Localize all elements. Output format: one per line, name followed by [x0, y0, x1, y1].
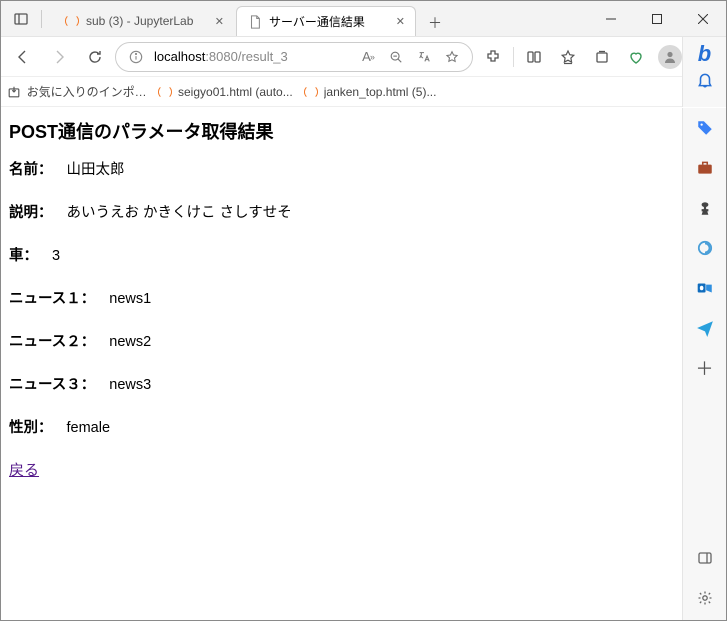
- new-tab-button[interactable]: ＋: [422, 10, 448, 36]
- send-icon[interactable]: [689, 312, 721, 344]
- result-row: 名前： 山田太郎: [9, 158, 674, 179]
- window-maximize-button[interactable]: [634, 3, 680, 35]
- tag-icon[interactable]: [689, 112, 721, 144]
- field-label: ニュース３：: [9, 377, 95, 393]
- zoom-icon[interactable]: [386, 50, 406, 64]
- bookmark-seigyo01[interactable]: seigyo01.html (auto...: [157, 84, 293, 100]
- window-titlebar: sub (3) - JupyterLab ✕ サーバー通信結果 ✕ ＋: [1, 1, 726, 37]
- outlook-icon[interactable]: [689, 272, 721, 304]
- tab-actions-button[interactable]: [9, 3, 33, 35]
- site-info-icon[interactable]: [126, 50, 146, 64]
- reader-mode-icon[interactable]: A»: [358, 49, 378, 64]
- hide-sidebar-button[interactable]: [689, 542, 721, 574]
- settings-icon[interactable]: [689, 582, 721, 614]
- split-screen-button[interactable]: [518, 41, 550, 73]
- jupyter-icon: [157, 84, 173, 100]
- field-value: news3: [109, 377, 151, 393]
- bookmark-label: seigyo01.html (auto...: [178, 85, 293, 99]
- address-bar[interactable]: localhost:8080/result_3 A»: [115, 42, 473, 72]
- result-row: 車： 3: [9, 244, 674, 265]
- field-value: female: [67, 420, 111, 436]
- shopping-button[interactable]: [620, 41, 652, 73]
- back-button[interactable]: [7, 41, 39, 73]
- bookmark-label: お気に入りのインポート: [27, 83, 147, 100]
- edge-sidebar: ＋: [682, 108, 726, 620]
- games-icon[interactable]: [689, 192, 721, 224]
- field-label: 車：: [9, 248, 38, 264]
- result-row: ニュース１： news1: [9, 287, 674, 308]
- briefcase-icon[interactable]: [689, 152, 721, 184]
- translate-icon[interactable]: [414, 50, 434, 64]
- result-row: 性別： female: [9, 416, 674, 437]
- back-link[interactable]: 戻る: [9, 462, 39, 479]
- sidebar-top: b: [682, 37, 726, 107]
- result-row: ニュース３： news3: [9, 373, 674, 394]
- field-label: 名前：: [9, 162, 53, 178]
- tab-title: sub (3) - JupyterLab: [86, 14, 213, 28]
- field-value: あいうえお かきくけこ さしすせそ: [67, 205, 292, 221]
- page-heading: POST通信のパラメータ取得結果: [9, 118, 674, 144]
- import-icon: [7, 84, 22, 100]
- window-close-button[interactable]: [680, 3, 726, 35]
- favorites-button[interactable]: [552, 41, 584, 73]
- collections-button[interactable]: [586, 41, 618, 73]
- field-value: 山田太郎: [67, 162, 125, 178]
- bookmark-janken-top[interactable]: janken_top.html (5)...: [303, 84, 437, 100]
- avatar-icon: [658, 45, 682, 69]
- forward-button[interactable]: [43, 41, 75, 73]
- import-favorites-button[interactable]: お気に入りのインポート: [7, 83, 147, 100]
- field-value: news1: [109, 291, 151, 307]
- extensions-button[interactable]: [477, 41, 509, 73]
- tools-icon[interactable]: [689, 232, 721, 264]
- bookmarks-bar: お気に入りのインポート seigyo01.html (auto... janke…: [1, 77, 726, 107]
- field-label: ニュース２：: [9, 334, 95, 350]
- window-minimize-button[interactable]: [588, 3, 634, 35]
- field-label: 説明：: [9, 205, 53, 221]
- page-icon: [247, 14, 263, 30]
- bell-icon[interactable]: [696, 71, 714, 92]
- refresh-button[interactable]: [79, 41, 111, 73]
- jupyter-icon: [303, 84, 319, 100]
- field-value: news2: [109, 334, 151, 350]
- close-icon[interactable]: ✕: [213, 15, 226, 28]
- field-label: 性別：: [9, 420, 53, 436]
- tab-title: サーバー通信結果: [269, 13, 394, 30]
- field-label: ニュース１：: [9, 291, 95, 307]
- result-row: 説明： あいうえお かきくけこ さしすせそ: [9, 201, 674, 222]
- result-row: ニュース２： news2: [9, 330, 674, 351]
- tab-result-page[interactable]: サーバー通信結果 ✕: [236, 6, 416, 36]
- field-value: 3: [52, 248, 60, 264]
- bing-icon[interactable]: b: [698, 41, 711, 67]
- url-text: localhost:8080/result_3: [154, 49, 350, 64]
- browser-toolbar: localhost:8080/result_3 A»: [1, 37, 726, 77]
- add-app-button[interactable]: ＋: [689, 352, 721, 384]
- close-icon[interactable]: ✕: [394, 15, 407, 28]
- favorite-star-icon[interactable]: [442, 50, 462, 64]
- bookmark-label: janken_top.html (5)...: [324, 85, 437, 99]
- jupyter-icon: [64, 13, 80, 29]
- tab-jupyterlab[interactable]: sub (3) - JupyterLab ✕: [54, 6, 234, 36]
- page-body: POST通信のパラメータ取得結果 名前： 山田太郎 説明： あいうえお かきくけこ …: [1, 108, 682, 620]
- tab-strip: sub (3) - JupyterLab ✕ サーバー通信結果 ✕ ＋: [54, 1, 448, 36]
